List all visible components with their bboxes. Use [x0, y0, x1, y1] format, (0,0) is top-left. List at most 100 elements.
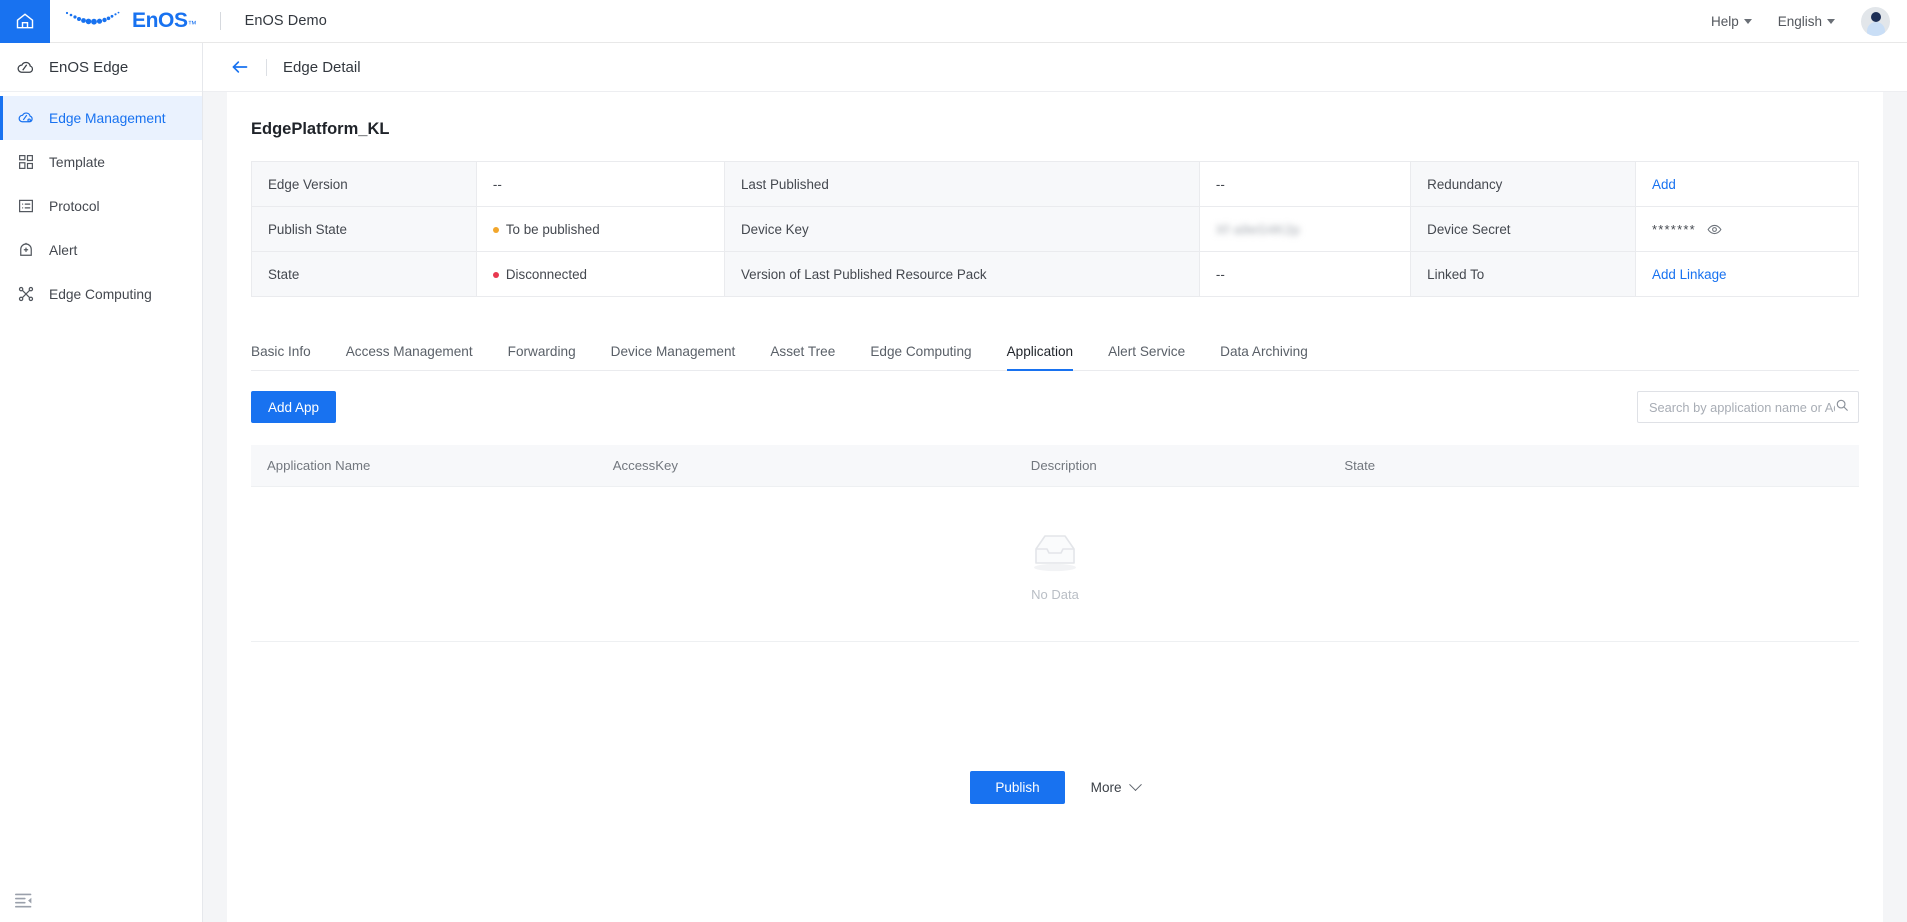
- chevron-down-icon: [1129, 778, 1142, 791]
- info-value-linked-to: Add Linkage: [1636, 252, 1859, 297]
- caret-down-icon: [1827, 19, 1835, 24]
- edge-cloud-icon: [16, 58, 35, 77]
- home-button[interactable]: [0, 0, 50, 43]
- table-row: Edge Version -- Last Published -- Redund…: [252, 162, 1859, 207]
- tab-application[interactable]: Application: [1007, 344, 1074, 370]
- detail-card: EdgePlatform_KL Edge Version -- Last Pub…: [227, 92, 1883, 922]
- tab-asset-tree[interactable]: Asset Tree: [770, 344, 835, 370]
- empty-state: No Data: [251, 487, 1859, 642]
- sidebar-header: EnOS Edge: [0, 43, 202, 92]
- publish-button[interactable]: Publish: [970, 771, 1064, 804]
- top-bar-right: Help English: [1711, 7, 1907, 36]
- edge-cloud-gear-icon: [16, 109, 35, 128]
- home-icon: [15, 11, 35, 31]
- page-header: Edge Detail: [203, 43, 1907, 92]
- sidebar-item-label: Alert: [49, 243, 77, 258]
- avatar[interactable]: [1861, 7, 1890, 36]
- info-label: Device Key: [724, 207, 1199, 252]
- footer-actions: Publish More: [203, 771, 1907, 804]
- info-label: State: [252, 252, 477, 297]
- edge-name: EdgePlatform_KL: [227, 92, 1883, 161]
- sidebar-item-alert[interactable]: Alert: [0, 228, 202, 272]
- device-key-masked: Xf·a9eG4K2p: [1216, 222, 1300, 237]
- caret-down-icon: [1744, 19, 1752, 24]
- sidebar-item-edge-management[interactable]: Edge Management: [0, 96, 202, 140]
- more-dropdown-button[interactable]: More: [1091, 780, 1140, 795]
- sidebar-item-label: Edge Computing: [49, 287, 152, 302]
- main-content: Edge Detail EdgePlatform_KL Edge Version…: [203, 43, 1907, 922]
- column-header-application-name: Application Name: [251, 458, 597, 473]
- tab-access-management[interactable]: Access Management: [346, 344, 473, 370]
- info-value: --: [1199, 162, 1410, 207]
- status-dot-icon: [493, 227, 499, 233]
- help-menu[interactable]: Help: [1711, 14, 1752, 29]
- sidebar: EnOS Edge Edge Management: [0, 43, 203, 922]
- tab-basic-info[interactable]: Basic Info: [251, 344, 311, 370]
- column-header-accesskey: AccessKey: [597, 458, 1015, 473]
- search-icon[interactable]: [1835, 398, 1849, 417]
- tab-data-archiving[interactable]: Data Archiving: [1220, 344, 1308, 370]
- info-value-publish-state: To be published: [476, 207, 724, 252]
- top-bar: EnOS ™ EnOS Demo Help English: [0, 0, 1907, 43]
- more-label: More: [1091, 780, 1122, 795]
- info-label: Edge Version: [252, 162, 477, 207]
- search-input[interactable]: [1649, 400, 1835, 415]
- enos-logo-icon: [63, 8, 125, 35]
- edge-computing-nodes-icon: [16, 285, 35, 304]
- detail-tabs: Basic Info Access Management Forwarding …: [251, 329, 1859, 371]
- add-linkage-link[interactable]: Add Linkage: [1652, 267, 1726, 282]
- help-label: Help: [1711, 14, 1739, 29]
- info-label: Version of Last Published Resource Pack: [724, 252, 1199, 297]
- sidebar-header-label: EnOS Edge: [49, 59, 128, 76]
- info-value-state: Disconnected: [476, 252, 724, 297]
- tab-forwarding[interactable]: Forwarding: [508, 344, 576, 370]
- table-row: State Disconnected Version of Last Publi…: [252, 252, 1859, 297]
- sidebar-item-protocol[interactable]: Protocol: [0, 184, 202, 228]
- app-title: EnOS Demo: [245, 13, 327, 29]
- tab-device-management[interactable]: Device Management: [611, 344, 736, 370]
- sidebar-items: Edge Management Template Protocol: [0, 92, 202, 316]
- edge-info-table: Edge Version -- Last Published -- Redund…: [251, 161, 1859, 297]
- content-area: EdgePlatform_KL Edge Version -- Last Pub…: [203, 92, 1907, 922]
- tab-alert-service[interactable]: Alert Service: [1108, 344, 1185, 370]
- add-redundancy-link[interactable]: Add: [1652, 177, 1676, 192]
- page-title: Edge Detail: [283, 59, 361, 76]
- sidebar-item-label: Template: [49, 155, 105, 170]
- back-arrow-icon[interactable]: [230, 58, 250, 76]
- info-label: Publish State: [252, 207, 477, 252]
- add-app-button[interactable]: Add App: [251, 391, 336, 423]
- status-badge: To be published: [506, 222, 600, 237]
- table-row: Publish State To be published Device Key…: [252, 207, 1859, 252]
- info-label: Device Secret: [1411, 207, 1636, 252]
- info-label: Linked To: [1411, 252, 1636, 297]
- info-value-device-key: Xf·a9eG4K2p: [1199, 207, 1410, 252]
- sidebar-item-template[interactable]: Template: [0, 140, 202, 184]
- language-label: English: [1778, 14, 1822, 29]
- language-menu[interactable]: English: [1778, 14, 1835, 29]
- table-header-row: Application Name AccessKey Description S…: [251, 445, 1859, 487]
- eye-icon[interactable]: [1707, 222, 1722, 237]
- application-toolbar: Add App: [251, 391, 1859, 423]
- empty-state-text: No Data: [1031, 587, 1079, 602]
- application-table: Application Name AccessKey Description S…: [251, 445, 1859, 642]
- device-secret-mask: *******: [1652, 222, 1696, 237]
- info-label: Redundancy: [1411, 162, 1636, 207]
- status-badge: Disconnected: [506, 267, 587, 282]
- info-value-redundancy: Add: [1636, 162, 1859, 207]
- collapse-sidebar-icon[interactable]: [14, 892, 36, 912]
- empty-inbox-icon: [1023, 526, 1087, 579]
- alert-bell-icon: [16, 241, 35, 260]
- sidebar-item-label: Protocol: [49, 199, 100, 214]
- column-header-description: Description: [1015, 458, 1329, 473]
- sidebar-item-edge-computing[interactable]: Edge Computing: [0, 272, 202, 316]
- template-grid-icon: [16, 153, 35, 172]
- info-label: Last Published: [724, 162, 1199, 207]
- divider: [266, 59, 267, 76]
- info-value: --: [476, 162, 724, 207]
- protocol-list-icon: [16, 197, 35, 216]
- tab-edge-computing[interactable]: Edge Computing: [870, 344, 971, 370]
- brand-name: EnOS ™: [132, 9, 197, 33]
- search-box[interactable]: [1637, 391, 1859, 423]
- sidebar-item-label: Edge Management: [49, 111, 166, 126]
- divider: [220, 12, 221, 30]
